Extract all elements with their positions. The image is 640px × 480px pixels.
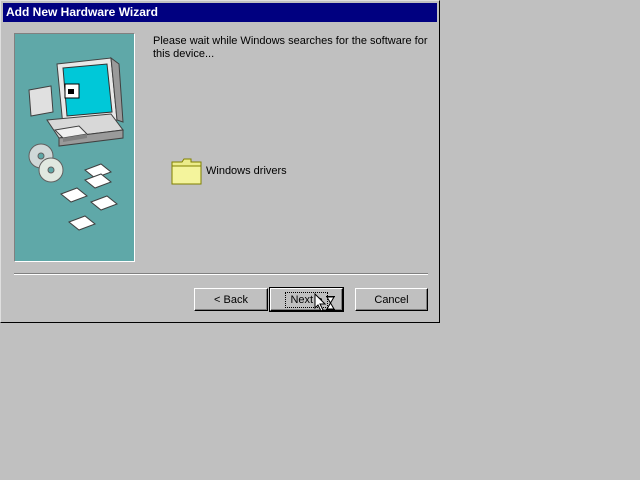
back-button[interactable]: < Back <box>194 288 268 311</box>
title-bar[interactable]: Add New Hardware Wizard <box>3 3 437 22</box>
computer-with-disks-icon <box>28 56 124 231</box>
search-location-label: Windows drivers <box>206 165 287 177</box>
separator <box>14 273 428 275</box>
cancel-button[interactable]: Cancel <box>355 288 428 311</box>
cancel-button-label: Cancel <box>374 293 409 306</box>
status-message: Please wait while Windows searches for t… <box>153 35 428 60</box>
back-button-label: < Back <box>214 293 248 306</box>
wizard-window: Add New Hardware Wizard Please wait whil… <box>0 0 440 323</box>
hourglass-pointer-icon <box>314 293 335 312</box>
wizard-illustration <box>14 33 135 262</box>
search-location-item: Windows drivers <box>171 157 287 185</box>
folder-icon <box>171 158 202 184</box>
